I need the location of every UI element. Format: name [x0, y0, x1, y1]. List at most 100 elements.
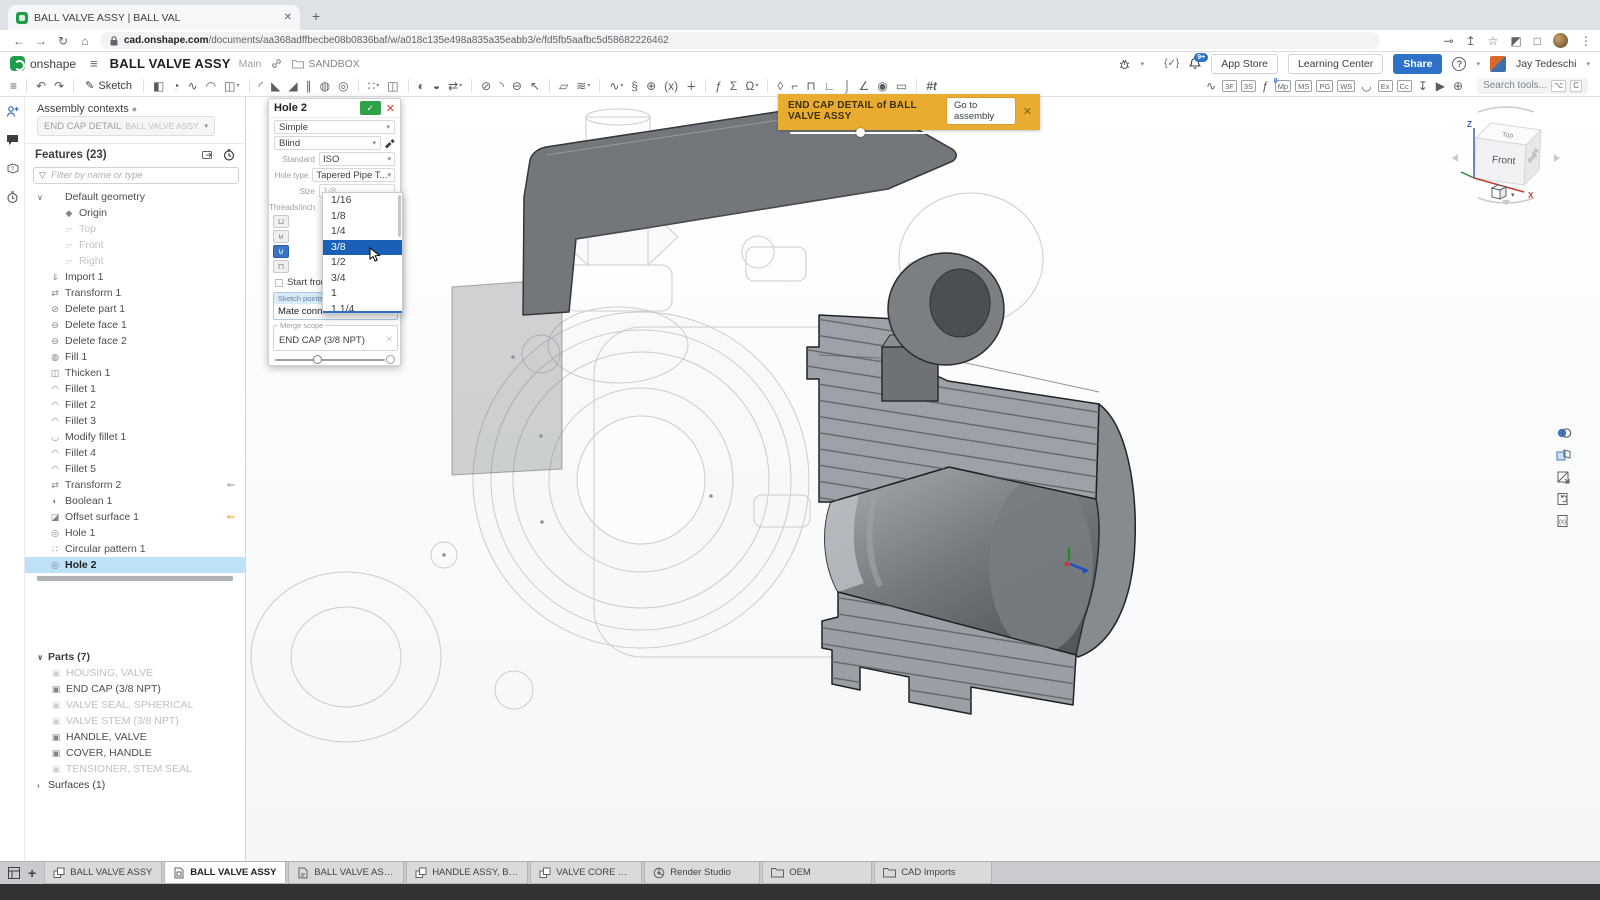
toolbar-chip-pg[interactable]: PG: [1316, 80, 1333, 92]
bookmark-star-icon[interactable]: ☆: [1488, 34, 1499, 48]
element-tab[interactable]: HANDLE ASSY, BALL V...: [406, 862, 528, 884]
code-check-icon[interactable]: {✓}: [1164, 58, 1179, 69]
dropdown-caret-icon[interactable]: ▾: [376, 76, 379, 96]
assembly-context-select[interactable]: END CAP DETAIL BALL VALVE ASSY ▾: [37, 116, 215, 136]
app-store-button[interactable]: App Store: [1211, 54, 1278, 74]
appearance-icon[interactable]: [1554, 424, 1574, 442]
sm-form-icon[interactable]: ◉: [873, 76, 891, 96]
toolbar-chip-cc[interactable]: Cc: [1397, 80, 1412, 92]
link-icon[interactable]: [271, 58, 282, 69]
onshape-logo-icon[interactable]: [10, 56, 25, 71]
display-state-icon[interactable]: [1554, 446, 1574, 464]
section-view-icon[interactable]: [1554, 468, 1574, 486]
size-option[interactable]: 3/8: [323, 240, 402, 256]
search-tools-box[interactable]: Search tools... ⌥ C: [1477, 78, 1588, 94]
rollback-to-end-icon[interactable]: [202, 149, 215, 161]
mirror-icon[interactable]: ◫: [383, 76, 402, 96]
variable-icon[interactable]: (x): [660, 76, 682, 96]
share-button[interactable]: Share: [1393, 54, 1442, 74]
start-from-checkbox[interactable]: [275, 279, 283, 287]
hole-icon[interactable]: ◎: [334, 76, 352, 96]
dropdown-caret-icon[interactable]: ▾: [620, 76, 623, 96]
transform-icon[interactable]: ⇄▾: [444, 76, 466, 96]
sm-flat-icon[interactable]: ▭: [892, 76, 911, 96]
curve-icon[interactable]: ∿▾: [605, 76, 627, 96]
part-row[interactable]: ▣HOUSING, VALVE: [25, 665, 245, 681]
shell-icon[interactable]: ◍: [316, 76, 334, 96]
feature-row[interactable]: ◍Fill 1: [25, 349, 245, 365]
feature-row[interactable]: ◎Hole 1: [25, 525, 245, 541]
feature-row[interactable]: ◠Fillet 5: [25, 461, 245, 477]
end-style-upto-icon[interactable]: ⊓: [273, 260, 289, 273]
feature-row[interactable]: ◠Fillet 2: [25, 397, 245, 413]
part-row[interactable]: ▣VALVE SEAL, SPHERICAL: [25, 697, 245, 713]
document-title[interactable]: BALL VALVE ASSY: [110, 56, 231, 71]
feature-row[interactable]: ∨Default geometry: [25, 189, 245, 205]
boolean-icon[interactable]: ◐: [414, 76, 429, 96]
dialog-opacity-slider[interactable]: [275, 359, 385, 361]
feature-row[interactable]: ▱Top: [25, 221, 245, 237]
project-icon[interactable]: ⊕: [642, 76, 660, 96]
revolve-icon[interactable]: ◔: [168, 76, 183, 96]
address-field[interactable]: cad.onshape.com/documents/aa368adffbecbe…: [100, 32, 1380, 49]
dropdown-caret-icon[interactable]: ▾: [587, 76, 590, 96]
feature-row[interactable]: ⊘Delete part 1: [25, 301, 245, 317]
hole-type-select[interactable]: Tapered Pipe T...▾: [312, 168, 395, 182]
reload-icon[interactable]: ↻: [52, 34, 74, 48]
merge-scope-box[interactable]: Merge scope END CAP (3/8 NPT) ✕: [273, 325, 398, 351]
sketch-button[interactable]: ✎Sketch: [79, 79, 138, 92]
fs1-icon[interactable]: ƒ: [711, 76, 726, 96]
feature-row[interactable]: ◐Boolean 1: [25, 493, 245, 509]
sm-bend-icon[interactable]: ∠: [855, 76, 874, 96]
merge-clear-icon[interactable]: ✕: [385, 334, 393, 345]
fillet-icon[interactable]: ◜: [255, 76, 268, 96]
feature-row[interactable]: ◫Thicken 1: [25, 365, 245, 381]
send-icon[interactable]: ▶: [1432, 76, 1449, 96]
feature-row[interactable]: ⇄Transform 1: [25, 285, 245, 301]
3d-viewport[interactable]: [246, 97, 1600, 861]
size-option[interactable]: 1/16: [323, 193, 402, 209]
comments-icon[interactable]: [6, 134, 19, 146]
standard-select[interactable]: ISO▾: [319, 152, 395, 166]
element-tab[interactable]: OEM: [762, 862, 872, 884]
size-option[interactable]: 1/4: [323, 224, 402, 240]
rollback-bar[interactable]: [37, 576, 233, 581]
slider-knob[interactable]: [856, 128, 865, 137]
bug-caret-icon[interactable]: ▾: [1141, 60, 1145, 68]
tab-groups-icon[interactable]: □: [1534, 34, 1541, 48]
fs3-icon[interactable]: Ω▾: [741, 76, 762, 96]
cancel-button[interactable]: ✕: [386, 102, 395, 115]
history-icon[interactable]: [6, 191, 19, 204]
dropdown-caret-icon[interactable]: ▾: [236, 76, 239, 96]
part-row[interactable]: ▣END CAP (3/8 NPT): [25, 681, 245, 697]
plane-icon[interactable]: ▱: [555, 76, 572, 96]
element-tab[interactable]: BALL VALVE ASSY: [164, 862, 286, 884]
fs-badge-icon[interactable]: ƒ0: [1258, 76, 1273, 96]
target-icon[interactable]: ⊕: [1449, 76, 1467, 96]
dropdown-scrollbar[interactable]: [398, 195, 401, 237]
new-tab-button[interactable]: +: [312, 8, 320, 24]
feature-row[interactable]: ◠Fillet 3: [25, 413, 245, 429]
user-caret-icon[interactable]: ▾: [1586, 60, 1590, 68]
element-tab[interactable]: VALVE CORE ASSY: [530, 862, 642, 884]
loft-icon[interactable]: ◠: [202, 76, 220, 96]
end-style-blind-icon[interactable]: ⊔: [273, 215, 289, 228]
undo-icon[interactable]: ↶: [32, 76, 50, 96]
size-option[interactable]: 3/4: [323, 271, 402, 287]
browser-menu-icon[interactable]: ⋮: [1580, 34, 1592, 48]
element-tab[interactable]: BALL VALVE ASSY: [288, 862, 404, 884]
toolbar-chip-3s[interactable]: 3S: [1241, 80, 1256, 92]
feature-filter-input[interactable]: ▽ Filter by name or type: [33, 167, 239, 184]
help-icon[interactable]: ?: [1452, 57, 1466, 71]
size-option[interactable]: 1/8: [323, 209, 402, 225]
feature-row[interactable]: ◡Modify fillet 1: [25, 429, 245, 445]
help-cube-icon[interactable]: ?: [6, 162, 19, 175]
share-page-icon[interactable]: ↥: [1466, 34, 1476, 48]
browser-profile-avatar[interactable]: [1553, 33, 1568, 48]
dialog-slider-knob[interactable]: [313, 355, 322, 364]
extensions-icon[interactable]: ◩: [1510, 34, 1521, 48]
back-icon[interactable]: ←: [8, 34, 30, 48]
size-option[interactable]: 1/2: [323, 255, 402, 271]
part-row[interactable]: ▣TENSIONER, STEM SEAL: [25, 761, 245, 777]
end-style-blind-last-icon[interactable]: ⊎: [273, 230, 289, 243]
